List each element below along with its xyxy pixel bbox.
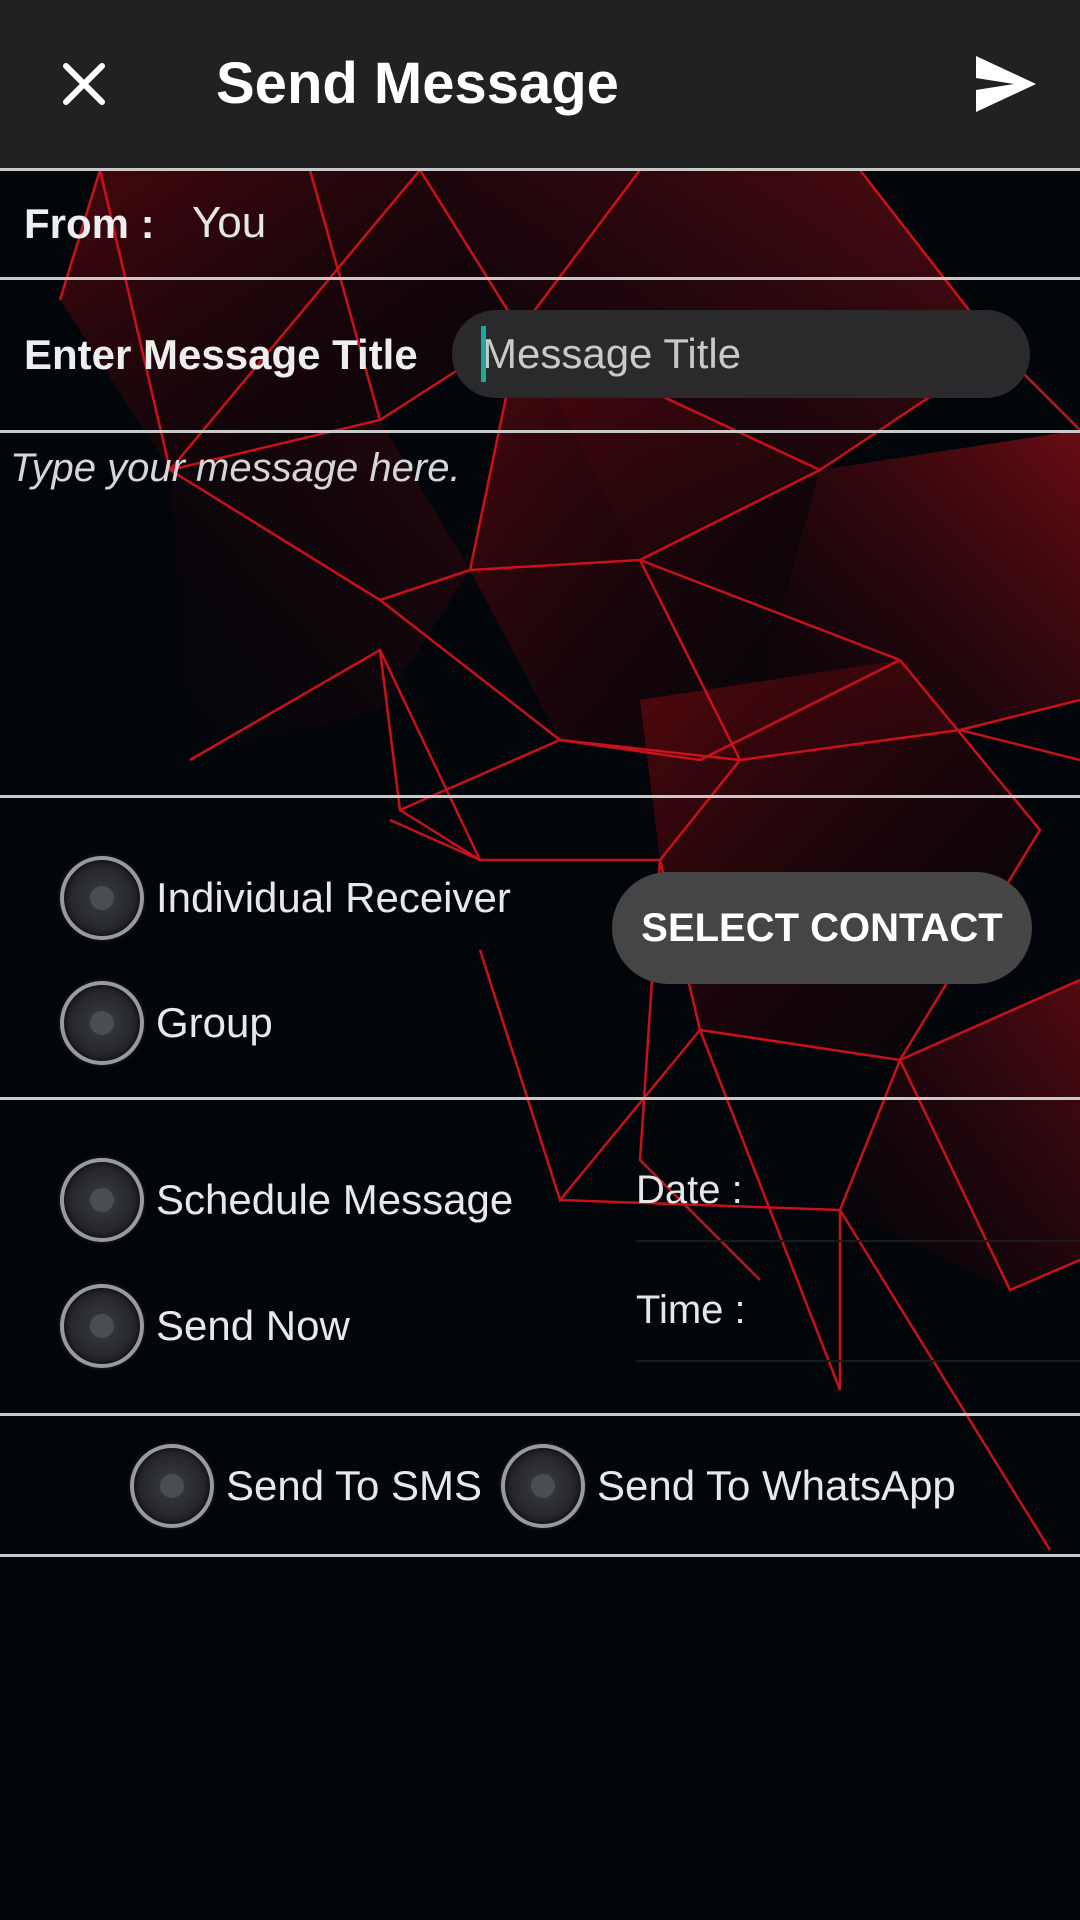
divider — [0, 1413, 1080, 1416]
radio-button-icon — [60, 981, 144, 1065]
radio-schedule-message[interactable]: Schedule Message — [60, 1154, 513, 1246]
divider — [0, 795, 1080, 798]
radio-individual-receiver[interactable]: Individual Receiver — [60, 852, 511, 944]
radio-send-to-sms[interactable]: Send To SMS — [130, 1440, 482, 1532]
radio-send-to-whatsapp[interactable]: Send To WhatsApp — [501, 1440, 956, 1532]
send-button[interactable] — [970, 48, 1042, 120]
select-contact-button[interactable]: SELECT CONTACT — [612, 872, 1032, 984]
app-bar: Send Message — [0, 0, 1080, 168]
from-label: From : — [24, 200, 155, 247]
radio-label: Group — [156, 999, 273, 1046]
message-title-label: Enter Message Title — [24, 331, 418, 378]
radio-button-icon — [130, 1444, 214, 1528]
divider — [0, 168, 1080, 171]
radio-send-now[interactable]: Send Now — [60, 1280, 350, 1372]
divider — [0, 430, 1080, 433]
send-message-screen: Send Message From : You Enter Message Ti… — [0, 0, 1080, 1920]
message-title-input[interactable] — [452, 310, 1030, 398]
radio-group[interactable]: Group — [60, 977, 273, 1069]
time-label: Time : — [636, 1288, 746, 1332]
time-field[interactable]: Time : — [636, 1278, 1080, 1362]
radio-label: Send To SMS — [226, 1462, 483, 1509]
date-field[interactable]: Date : — [636, 1158, 1080, 1242]
close-icon — [63, 63, 105, 105]
radio-label: Individual Receiver — [156, 874, 511, 921]
page-title: Send Message — [216, 51, 619, 116]
divider — [0, 1097, 1080, 1100]
radio-button-icon — [60, 856, 144, 940]
divider — [0, 277, 1080, 280]
text-cursor — [481, 326, 486, 382]
radio-label: Schedule Message — [156, 1176, 514, 1223]
radio-label: Send Now — [156, 1302, 350, 1349]
radio-button-icon — [60, 1284, 144, 1368]
message-body-input[interactable] — [0, 436, 1080, 792]
close-button[interactable] — [44, 44, 124, 124]
from-value: You — [192, 198, 267, 247]
radio-button-icon — [60, 1158, 144, 1242]
send-icon — [976, 56, 1036, 112]
date-label: Date : — [636, 1168, 743, 1212]
radio-label: Send To WhatsApp — [597, 1462, 956, 1509]
divider — [0, 1554, 1080, 1557]
radio-button-icon — [501, 1444, 585, 1528]
